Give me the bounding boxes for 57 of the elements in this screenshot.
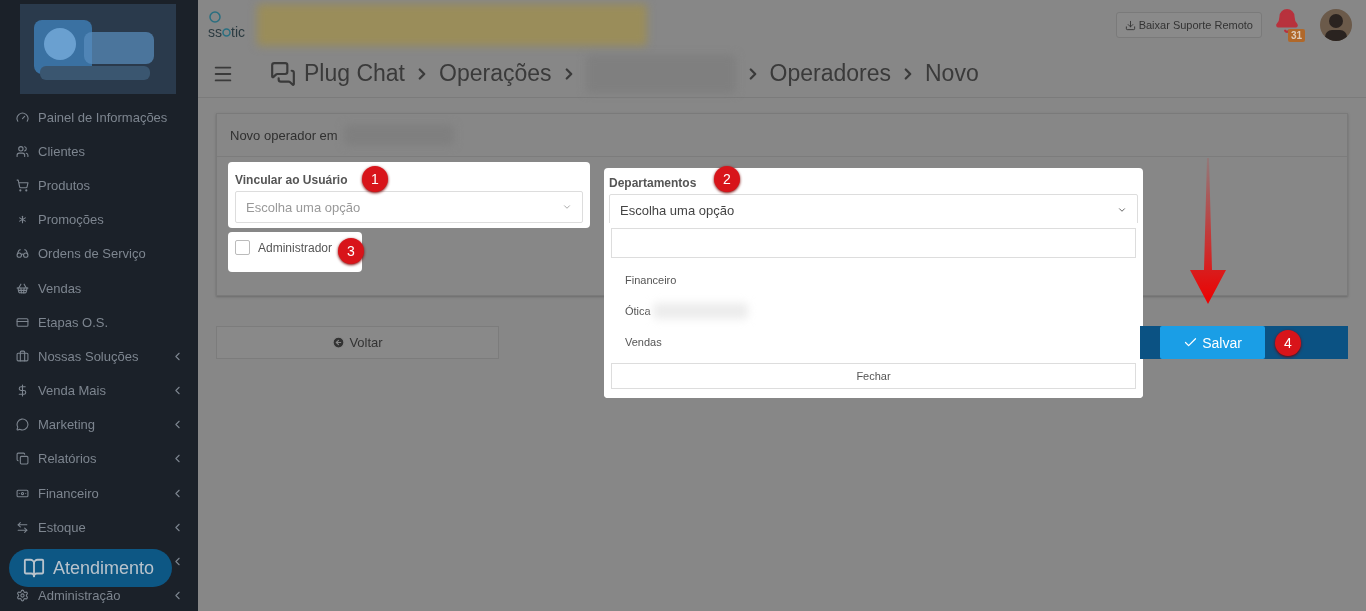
chat-icon xyxy=(16,418,29,432)
search-field[interactable] xyxy=(611,228,1136,258)
step-marker: 2 xyxy=(714,166,740,192)
caret-icon xyxy=(562,202,572,212)
panel-title: Novo operador em xyxy=(230,127,338,143)
step-marker: 3 xyxy=(338,238,364,264)
caret-icon xyxy=(1117,205,1127,215)
sidebar-item[interactable]: Produtos xyxy=(38,177,184,193)
support-button[interactable]: Baixar Suporte Remoto xyxy=(1115,12,1262,38)
sidebar-item[interactable]: Ordens de Serviço xyxy=(38,246,184,262)
briefcase-icon xyxy=(16,349,29,363)
breadcrumb-item: Novo xyxy=(925,60,979,87)
field-label: Departamentos xyxy=(609,176,697,190)
notification-badge: 31 xyxy=(1288,29,1306,42)
sidebar-item[interactable]: Relatórios xyxy=(38,451,162,467)
help-button[interactable]: Atendimento xyxy=(9,549,172,587)
breadcrumb-item[interactable]: Plug Chat xyxy=(304,60,405,87)
sidebar-item[interactable]: Nossas Soluções xyxy=(38,348,162,364)
step-marker: 4 xyxy=(1275,330,1301,356)
basket-icon xyxy=(16,281,29,295)
users-icon xyxy=(16,144,29,158)
sidebar-item[interactable]: Promoções xyxy=(38,212,184,228)
card-icon xyxy=(16,315,29,329)
sidebar-item[interactable]: Etapas O.S. xyxy=(38,314,184,330)
glasses-icon xyxy=(16,247,29,261)
dropdown-option[interactable]: Ótica xyxy=(625,304,651,317)
sidebar-item[interactable]: Clientes xyxy=(38,143,184,159)
close-button[interactable]: Fechar xyxy=(611,363,1136,389)
book-icon xyxy=(23,557,45,579)
checkbox[interactable] xyxy=(235,240,250,255)
breadcrumb-item[interactable]: Operações xyxy=(439,60,552,87)
gauge-icon xyxy=(16,110,29,124)
avatar[interactable] xyxy=(1320,9,1352,41)
sidebar-item[interactable]: Administração xyxy=(38,588,162,604)
gear-icon xyxy=(16,589,29,603)
sidebar-item[interactable]: Venda Mais xyxy=(38,383,162,399)
chat-icon xyxy=(270,60,296,87)
back-button[interactable]: Voltar xyxy=(216,326,499,359)
logo: ss tic xyxy=(208,11,245,39)
cart-icon xyxy=(16,178,29,192)
sidebar-item[interactable]: Vendas xyxy=(38,280,184,296)
download-icon xyxy=(1124,19,1136,31)
dropdown-option[interactable]: Vendas xyxy=(625,335,662,348)
select-field[interactable]: Escolha uma opção xyxy=(235,191,583,223)
checkbox-label: Administrador xyxy=(258,240,333,255)
dropdown-option[interactable]: Financeiro xyxy=(625,273,677,286)
sidebar-item[interactable]: Estoque xyxy=(38,519,162,535)
sidebar-item[interactable]: Financeiro xyxy=(38,485,162,501)
arrows-icon xyxy=(16,520,29,534)
save-button[interactable]: Salvar xyxy=(1160,326,1265,359)
sidebar-item[interactable]: Marketing xyxy=(38,417,162,433)
sidebar-item[interactable]: Painel de Informações xyxy=(38,109,184,125)
breadcrumb-item[interactable]: Operadores xyxy=(769,60,891,87)
field-label: Vincular ao Usuário xyxy=(235,173,348,187)
copy-icon xyxy=(16,452,29,466)
dollar-icon xyxy=(16,384,29,398)
step-marker: 1 xyxy=(362,166,388,192)
